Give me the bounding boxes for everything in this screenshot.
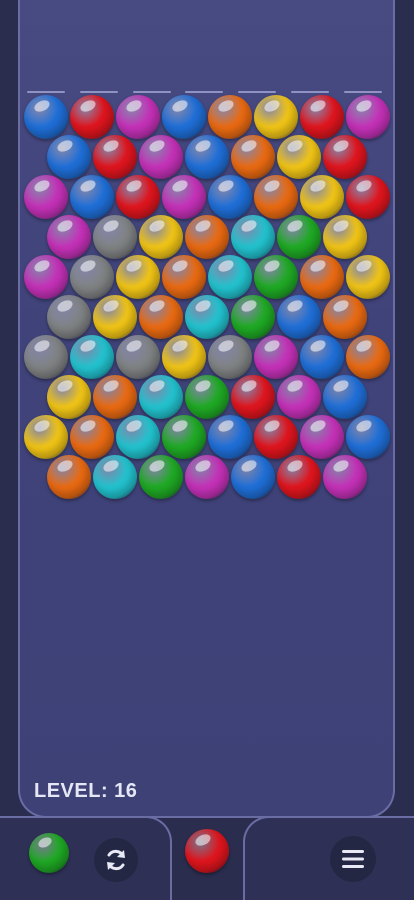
bubble-orange: [231, 135, 275, 179]
bubble-cyan: [231, 215, 275, 259]
level-label: LEVEL: 16: [34, 780, 138, 802]
bubble-yellow: [162, 335, 206, 379]
bubble-magenta: [24, 255, 68, 299]
bubble-blue: [300, 335, 344, 379]
bubble-yellow: [93, 295, 137, 339]
bubble-magenta: [24, 175, 68, 219]
bubble-magenta: [47, 215, 91, 259]
bubble-yellow: [139, 215, 183, 259]
left-tray: [0, 816, 172, 900]
bubble-blue: [162, 95, 206, 139]
bubble-green: [162, 415, 206, 459]
ceiling-marker: [344, 91, 382, 93]
bubble-red: [70, 95, 114, 139]
bubble-yellow: [254, 95, 298, 139]
menu-button[interactable]: [330, 836, 376, 882]
bubble-blue: [208, 415, 252, 459]
bubble-magenta: [116, 95, 160, 139]
bubble-cyan: [116, 415, 160, 459]
bubble-green: [139, 455, 183, 499]
bubble-gray: [208, 335, 252, 379]
bubble-magenta: [300, 415, 344, 459]
menu-icon: [342, 850, 364, 868]
next-bubble[interactable]: [29, 833, 69, 873]
bubble-orange: [139, 295, 183, 339]
bubble-red: [323, 135, 367, 179]
ceiling-marker: [238, 91, 276, 93]
bubble-green: [231, 295, 275, 339]
ceiling-marker: [133, 91, 171, 93]
bubble-yellow: [323, 215, 367, 259]
bubble-orange: [346, 335, 390, 379]
bubble-blue: [208, 175, 252, 219]
bubble-yellow: [277, 135, 321, 179]
bubble-red: [300, 95, 344, 139]
bubble-cyan: [139, 375, 183, 419]
bubble-orange: [208, 95, 252, 139]
bubble-orange: [47, 455, 91, 499]
bubble-green: [254, 255, 298, 299]
bubble-red: [277, 455, 321, 499]
bubble-magenta: [346, 95, 390, 139]
bubble-yellow: [116, 255, 160, 299]
bubble-magenta: [323, 455, 367, 499]
bubble-magenta: [254, 335, 298, 379]
bubble-magenta: [139, 135, 183, 179]
ceiling-marker: [291, 91, 329, 93]
bubble-gray: [116, 335, 160, 379]
bubble-cyan: [185, 295, 229, 339]
bubble-orange: [300, 255, 344, 299]
bubble-yellow: [47, 375, 91, 419]
bubble-magenta: [162, 175, 206, 219]
bubble-red: [254, 415, 298, 459]
bubble-orange: [70, 415, 114, 459]
bubble-gray: [47, 295, 91, 339]
bubble-gray: [70, 255, 114, 299]
bubble-blue: [323, 375, 367, 419]
bubble-yellow: [24, 415, 68, 459]
bubble-magenta: [277, 375, 321, 419]
bubble-blue: [346, 415, 390, 459]
bubble-blue: [24, 95, 68, 139]
bubble-red: [116, 175, 160, 219]
bubble-blue: [231, 455, 275, 499]
bubble-blue: [277, 295, 321, 339]
ceiling-marker: [185, 91, 223, 93]
bubble-gray: [93, 215, 137, 259]
bubble-yellow: [300, 175, 344, 219]
bubble-gray: [24, 335, 68, 379]
bubble-cyan: [70, 335, 114, 379]
bubble-orange: [185, 215, 229, 259]
swap-button[interactable]: [94, 838, 138, 882]
bubble-cyan: [208, 255, 252, 299]
right-tray: [243, 816, 414, 900]
bubble-orange: [162, 255, 206, 299]
bubble-magenta: [185, 455, 229, 499]
bubble-green: [277, 215, 321, 259]
bubble-orange: [93, 375, 137, 419]
shooter-bubble[interactable]: [185, 829, 229, 873]
bubble-green: [185, 375, 229, 419]
bubble-red: [93, 135, 137, 179]
ceiling-marker: [80, 91, 118, 93]
ceiling-marker: [27, 91, 65, 93]
bubble-cyan: [93, 455, 137, 499]
bubble-red: [346, 175, 390, 219]
bubble-red: [231, 375, 275, 419]
bubble-blue: [70, 175, 114, 219]
bubble-yellow: [346, 255, 390, 299]
bubble-orange: [323, 295, 367, 339]
bubble-blue: [185, 135, 229, 179]
bubble-blue: [47, 135, 91, 179]
bubble-orange: [254, 175, 298, 219]
swap-icon: [107, 849, 125, 871]
